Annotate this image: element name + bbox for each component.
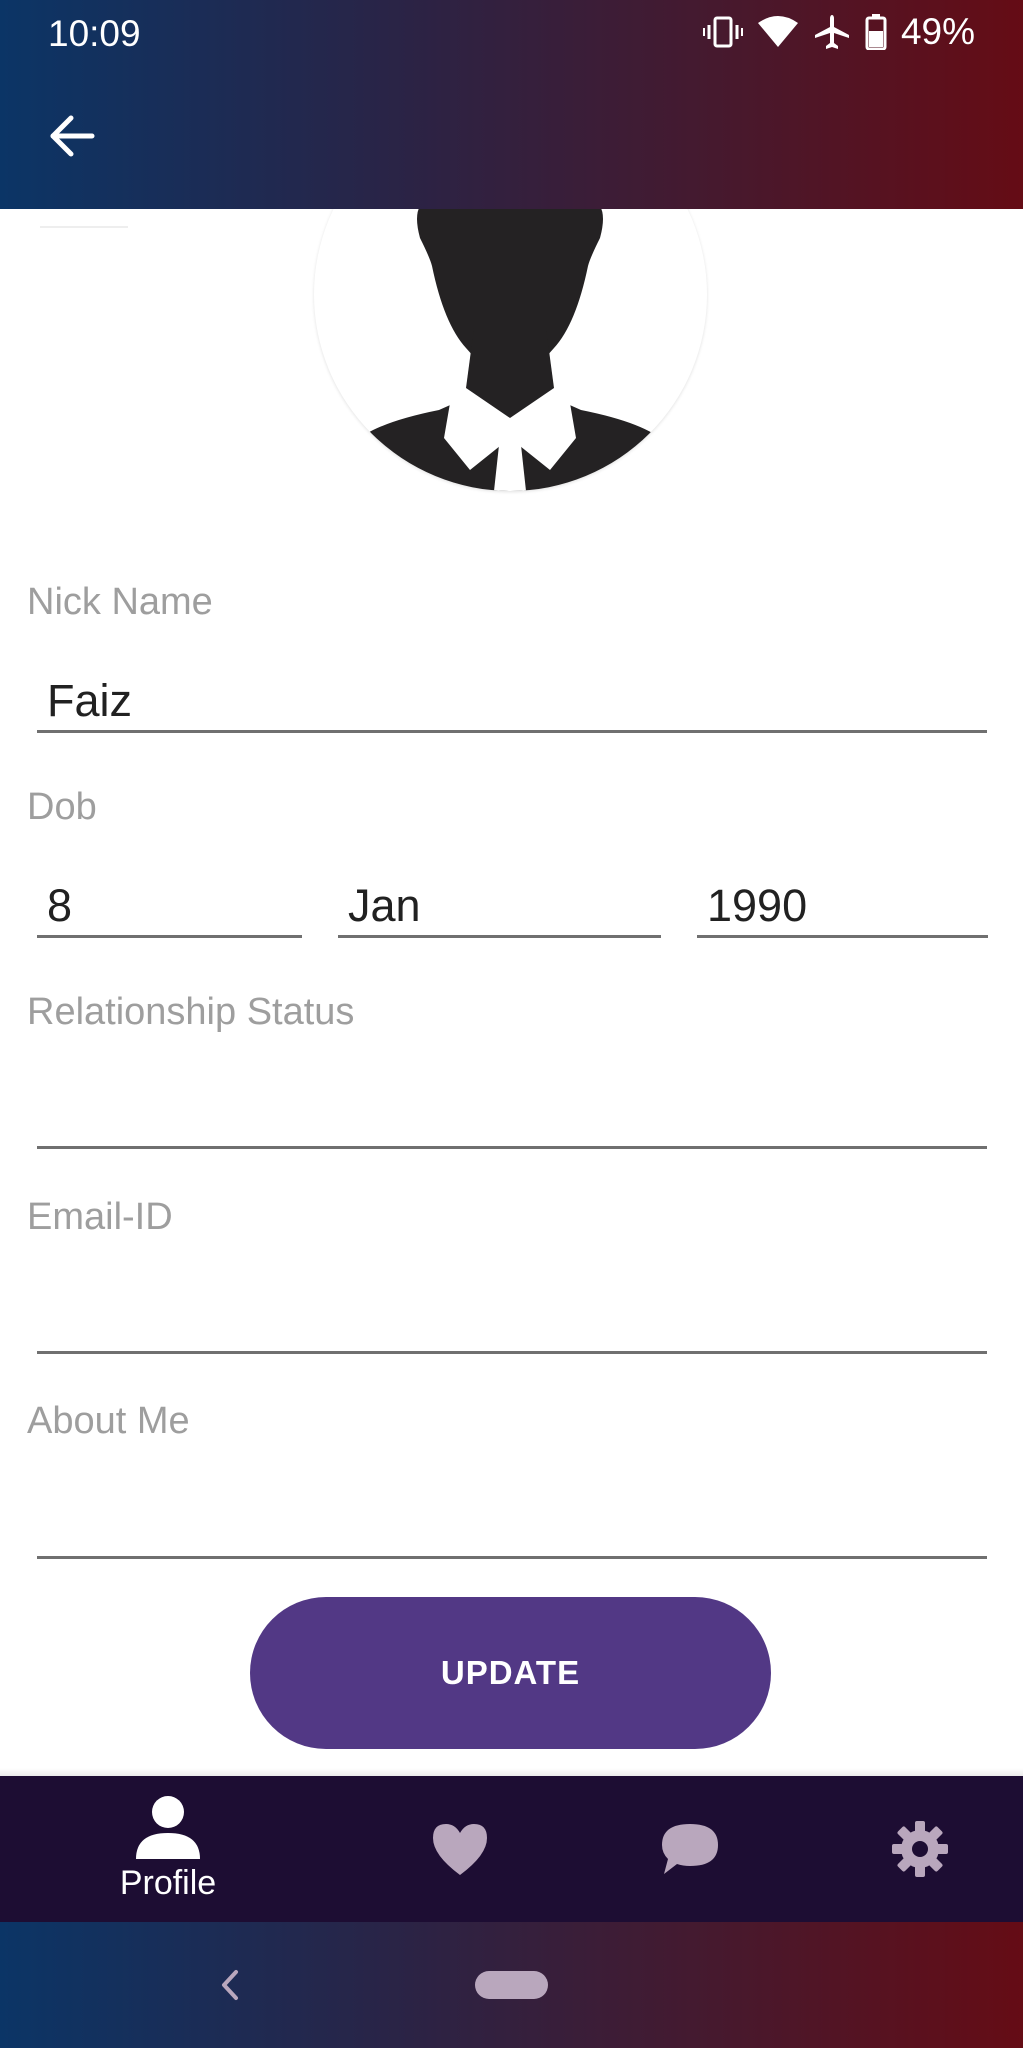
relationship-status-label: Relationship Status xyxy=(27,991,355,1033)
vibrate-icon xyxy=(702,15,743,49)
arrow-left-icon xyxy=(50,115,95,157)
gear-icon xyxy=(892,1821,948,1877)
wifi-icon xyxy=(757,15,799,49)
dob-label: Dob xyxy=(27,786,97,828)
dob-day-input[interactable]: 8 xyxy=(37,878,302,938)
dob-month-input[interactable]: Jan xyxy=(338,878,661,938)
relationship-status-input[interactable] xyxy=(37,1089,987,1149)
chevron-left-icon xyxy=(222,1970,238,2000)
about-me-input[interactable] xyxy=(37,1499,987,1559)
bottom-nav-shadow xyxy=(0,1768,1023,1776)
nav-item-profile[interactable]: Profile xyxy=(68,1776,268,1922)
email-input[interactable] xyxy=(37,1294,987,1354)
battery-percentage: 49% xyxy=(900,11,975,52)
person-icon xyxy=(136,1796,200,1859)
divider xyxy=(40,226,128,228)
about-me-label: About Me xyxy=(27,1400,190,1442)
status-icons: 49% xyxy=(702,10,975,54)
system-back-button[interactable] xyxy=(200,1955,260,2015)
airplane-icon xyxy=(813,13,851,51)
update-button[interactable]: UPDATE xyxy=(250,1597,771,1749)
nav-label-profile: Profile xyxy=(119,1864,217,1902)
back-button[interactable] xyxy=(36,100,108,172)
nav-item-settings[interactable] xyxy=(820,1776,1020,1922)
dob-year-input[interactable]: 1990 xyxy=(697,878,988,938)
nav-item-matches[interactable] xyxy=(360,1776,560,1922)
heart-icon xyxy=(433,1824,487,1875)
app-bar: 10:09 49% xyxy=(0,0,1023,209)
system-nav-bar xyxy=(0,1922,1023,2048)
nick-name-label: Nick Name xyxy=(27,581,213,623)
chat-icon xyxy=(662,1824,718,1874)
edit-profile-screen: 10:09 49% Nick Name Faiz Dob 8 Jan 1990 … xyxy=(0,0,1023,2048)
bottom-nav: Profile xyxy=(0,1776,1023,1922)
nav-item-chat[interactable] xyxy=(590,1776,790,1922)
email-label: Email-ID xyxy=(27,1196,173,1238)
battery-icon xyxy=(865,14,887,50)
nick-name-input[interactable]: Faiz xyxy=(37,673,987,733)
status-time: 10:09 xyxy=(48,13,141,54)
system-home-pill[interactable] xyxy=(475,1971,548,1999)
